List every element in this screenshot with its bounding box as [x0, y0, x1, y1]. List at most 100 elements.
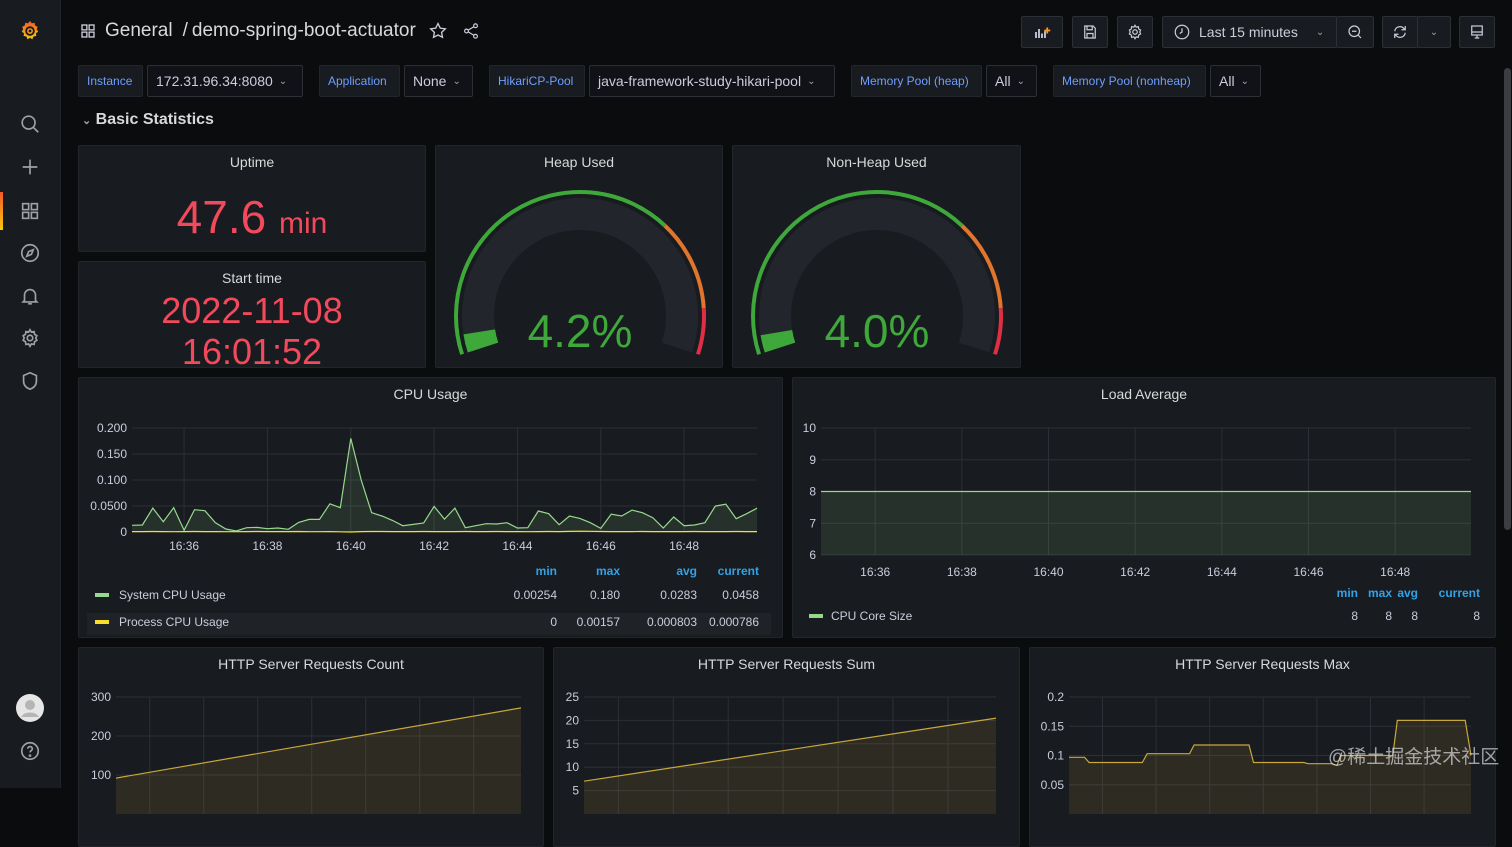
- variable-application-select[interactable]: None ⌄: [404, 65, 473, 97]
- y-tick-label: 0.100: [97, 473, 127, 487]
- variable-instance-select[interactable]: 172.31.96.34:8080 ⌄: [147, 65, 303, 97]
- gauge-fill: [463, 329, 499, 353]
- chevron-down-icon: ⌄: [1429, 26, 1439, 38]
- variable-hikaricp-pool-select[interactable]: java-framework-study-hikari-pool ⌄: [589, 65, 835, 97]
- time-range-label: Last 15 minutes: [1199, 24, 1298, 40]
- x-tick-label: 16:42: [1120, 565, 1150, 579]
- x-tick-label: 16:46: [1293, 565, 1323, 579]
- y-tick-label: 7: [809, 516, 816, 530]
- x-tick-label: 16:44: [1207, 565, 1237, 579]
- legend-stat-value: 8: [1411, 609, 1418, 623]
- y-tick-label: 8: [809, 485, 816, 499]
- series-area: [132, 438, 757, 532]
- heap-gauge: 4.2%: [454, 190, 706, 357]
- panel-http-requests-count: HTTP Server Requests Count 100 200 300: [78, 647, 544, 847]
- http-requests-sum-chart: 5 10 15 20 25: [566, 690, 997, 814]
- legend-column-header: current: [718, 564, 759, 578]
- non-heap-gauge: 4.0%: [751, 190, 1003, 357]
- y-tick-label: 0.05: [1041, 778, 1065, 792]
- threshold-band-red: [696, 308, 706, 355]
- grafana-logo[interactable]: [16, 17, 44, 45]
- x-tick-label: 16:38: [252, 539, 282, 553]
- save-icon: [1084, 25, 1096, 39]
- legend-color-swatch: [809, 614, 823, 618]
- save-dashboard-button[interactable]: [1072, 16, 1108, 48]
- y-tick-label: 20: [566, 713, 580, 727]
- scrollbar[interactable]: [1504, 68, 1511, 530]
- y-tick-label: 6: [809, 548, 816, 562]
- y-tick-label: 0.1: [1047, 749, 1064, 763]
- dashboard-nav: General / demo-spring-boot-actuator Last…: [61, 0, 1512, 62]
- avatar[interactable]: [16, 694, 44, 722]
- bell-icon[interactable]: [16, 282, 44, 310]
- refresh-button[interactable]: [1382, 16, 1418, 48]
- sidebar: [0, 0, 61, 788]
- gauge-value: 4.0%: [825, 305, 930, 357]
- series-line: [131, 438, 758, 532]
- dashboards-icon[interactable]: [16, 197, 44, 225]
- variable-value: 172.31.96.34:8080: [156, 73, 273, 89]
- shield-icon[interactable]: [16, 367, 44, 395]
- variable-memory-pool-nonheap-select[interactable]: All ⌄: [1210, 65, 1261, 97]
- start-time: 16:01:52: [181, 331, 323, 368]
- chevron-down-icon: ⌄: [1315, 26, 1325, 38]
- variable-label: Memory Pool (nonheap): [1053, 65, 1206, 97]
- variable-value: All: [1219, 73, 1235, 89]
- refresh-interval-dropdown[interactable]: ⌄: [1417, 16, 1451, 48]
- refresh-icon: [1394, 26, 1406, 38]
- zoom-out-button[interactable]: [1336, 16, 1374, 48]
- variable-memory-pool-heap-select[interactable]: All ⌄: [986, 65, 1037, 97]
- panel-non-heap-used: Non-Heap Used 4.0%: [732, 145, 1021, 368]
- watermark: @稀土掘金技术社区: [1328, 747, 1500, 768]
- legend-column-header: max: [1368, 586, 1392, 600]
- variable-value: java-framework-study-hikari-pool: [598, 73, 802, 89]
- dashboards-icon: [81, 24, 95, 38]
- plus-icon[interactable]: [16, 153, 44, 181]
- search-icon[interactable]: [16, 110, 44, 138]
- legend-column-header: min: [536, 564, 557, 578]
- tv-mode-button[interactable]: [1459, 16, 1495, 48]
- x-tick-label: 16:36: [860, 565, 890, 579]
- gear-icon[interactable]: [16, 324, 44, 352]
- clock-icon: [1174, 24, 1190, 40]
- legend-stat-value: 0.000786: [709, 615, 759, 629]
- x-tick-label: 16:40: [1033, 565, 1063, 579]
- dashboard-settings-button[interactable]: [1117, 16, 1153, 48]
- x-tick-label: 16:36: [169, 539, 199, 553]
- legend-column-header: max: [596, 564, 620, 578]
- start-date: 2022-11-08: [161, 290, 343, 331]
- folder-link[interactable]: General: [105, 20, 173, 42]
- legend-stat-value: 0.00254: [514, 588, 558, 602]
- share-icon[interactable]: [462, 22, 480, 40]
- panel-title[interactable]: Uptime: [79, 154, 425, 170]
- legend-series-name: Process CPU Usage: [119, 615, 229, 629]
- dashboard-title[interactable]: demo-spring-boot-actuator: [192, 20, 416, 42]
- legend-stat-value: 0.0458: [722, 588, 759, 602]
- compass-icon[interactable]: [16, 239, 44, 267]
- time-range-picker[interactable]: Last 15 minutes ⌄: [1162, 16, 1337, 48]
- chevron-down-icon: ⌄: [1016, 75, 1025, 87]
- row-basic-statistics[interactable]: ⌄ Basic Statistics: [82, 111, 214, 129]
- legend-stat-value: 0.0283: [660, 588, 697, 602]
- legend-series-name: System CPU Usage: [119, 588, 226, 602]
- y-tick-label: 10: [803, 421, 817, 435]
- legend-stat-value: 0.000803: [647, 615, 697, 629]
- x-tick-label: 16:46: [586, 539, 616, 553]
- threshold-band-red: [993, 308, 1003, 355]
- star-icon[interactable]: [428, 21, 448, 41]
- load-average-chart: 6 7 8 9 10 16:36 16:38 16:40 16:42 16:44 16:46 16:4…: [803, 421, 1481, 623]
- chevron-down-icon: ⌄: [82, 115, 92, 127]
- gauge-fill: [760, 329, 796, 353]
- panel-title[interactable]: Start time: [79, 270, 425, 286]
- legend-stat-value: 8: [1385, 609, 1392, 623]
- panel-heap-used: Heap Used 4.2%: [435, 145, 723, 368]
- variable-value: All: [995, 73, 1011, 89]
- legend-stat-value: 0.00157: [577, 615, 621, 629]
- help-icon[interactable]: [16, 737, 44, 765]
- zoom-out-icon: [1348, 25, 1362, 39]
- variable-label: Application: [319, 65, 400, 97]
- add-panel-button[interactable]: [1021, 16, 1063, 48]
- legend-series-name: CPU Core Size: [831, 609, 913, 623]
- breadcrumb-separator: /: [182, 20, 188, 41]
- variable-value: None: [413, 73, 447, 89]
